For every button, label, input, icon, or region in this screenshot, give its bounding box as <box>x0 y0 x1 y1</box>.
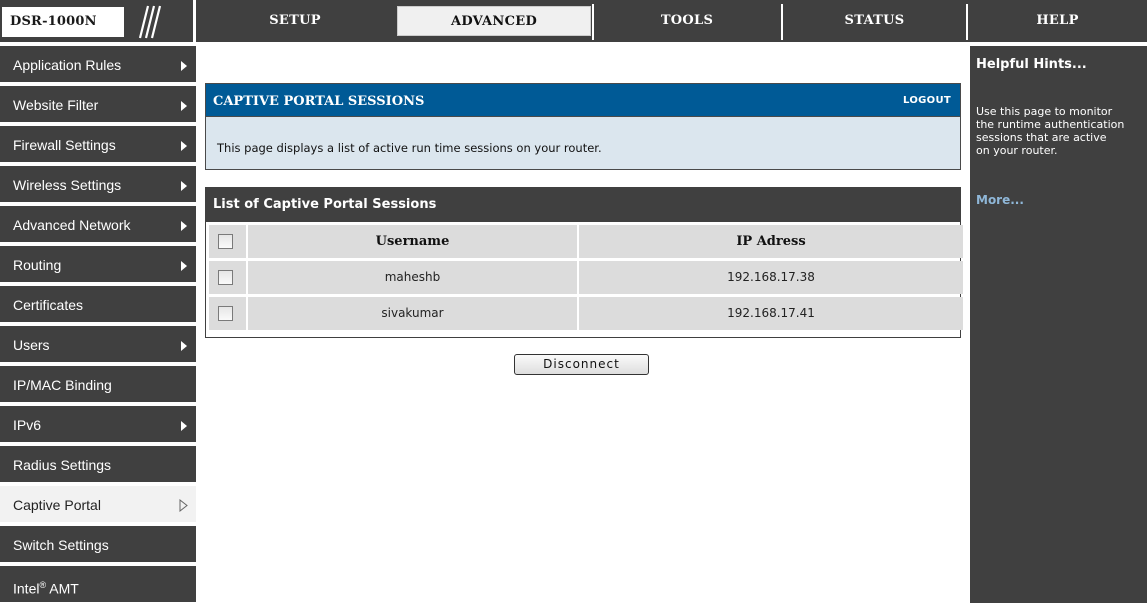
sessions-list-title: List of Captive Portal Sessions <box>206 188 960 222</box>
sidebar-item-users[interactable]: Users <box>0 326 196 364</box>
page-title: CAPTIVE PORTAL SESSIONS <box>213 94 425 109</box>
tab-setup[interactable]: SETUP <box>198 5 392 37</box>
submenu-arrow-icon <box>181 181 187 191</box>
row-select-cell <box>209 261 246 294</box>
submenu-arrow-icon <box>181 221 187 231</box>
sidebar-item-label: Certificates <box>13 297 84 313</box>
submenu-arrow-icon <box>181 341 187 351</box>
main-content: CAPTIVE PORTAL SESSIONS LOGOUT This page… <box>198 46 968 603</box>
submenu-arrow-icon <box>181 61 187 71</box>
help-text: Use this page to monitor the runtime aut… <box>976 105 1125 157</box>
table-row: sivakumar 192.168.17.41 <box>209 297 963 330</box>
sidebar-item-firewall-settings[interactable]: Firewall Settings <box>0 126 196 164</box>
sidebar-item-advanced-network[interactable]: Advanced Network <box>0 206 196 244</box>
sidebar-item-label: Captive Portal <box>13 497 101 513</box>
table-row: maheshb 192.168.17.38 <box>209 261 963 294</box>
sidebar-item-captive-portal[interactable]: Captive Portal <box>0 486 196 524</box>
sessions-list: List of Captive Portal Sessions Username… <box>205 187 963 338</box>
sidebar-item-label: Intel <box>13 580 40 597</box>
tab-help[interactable]: HELP <box>968 5 1147 37</box>
page-description: This page displays a list of active run … <box>217 141 602 155</box>
sidebar-item-label: Application Rules <box>13 57 122 73</box>
sidebar-item-label: Radius Settings <box>13 457 112 473</box>
submenu-arrow-icon <box>181 421 187 431</box>
cell-ip-address: 192.168.17.38 <box>579 261 963 294</box>
sidebar-item-label: Users <box>13 337 50 353</box>
sidebar-item-certificates[interactable]: Certificates <box>0 286 196 324</box>
sidebar-item-ipv6[interactable]: IPv6 <box>0 406 196 444</box>
sidebar-item-radius-settings[interactable]: Radius Settings <box>0 446 196 484</box>
brand-area: DSR-1000N <box>0 0 196 42</box>
cell-username: sivakumar <box>248 297 577 330</box>
logout-link[interactable]: LOGOUT <box>903 95 951 106</box>
tab-tools[interactable]: TOOLS <box>594 5 780 37</box>
sidebar-item-ip-mac-binding[interactable]: IP/MAC Binding <box>0 366 196 404</box>
sidebar-item-application-rules[interactable]: Application Rules <box>0 46 196 84</box>
sidebar-item-label-suffix: AMT <box>46 580 79 597</box>
column-header-ip-address: IP Adress <box>579 225 963 258</box>
panel-header: CAPTIVE PORTAL SESSIONS LOGOUT <box>205 83 961 117</box>
sidebar-item-switch-settings[interactable]: Switch Settings <box>0 526 196 564</box>
tab-advanced[interactable]: ADVANCED <box>397 6 591 36</box>
sidebar-item-wireless-settings[interactable]: Wireless Settings <box>0 166 196 204</box>
submenu-arrow-icon <box>181 101 187 111</box>
sidebar-item-label: IPv6 <box>13 417 42 433</box>
row-checkbox[interactable] <box>218 270 233 285</box>
sidebar: Application Rules Website Filter Firewal… <box>0 46 198 603</box>
column-header-username: Username <box>248 225 577 258</box>
table-header-row: Username IP Adress <box>209 225 963 258</box>
select-all-checkbox[interactable] <box>218 234 233 249</box>
sidebar-item-website-filter[interactable]: Website Filter <box>0 86 196 124</box>
help-title: Helpful Hints... <box>976 57 1087 72</box>
brand-model-name: DSR-1000N <box>10 14 97 29</box>
sidebar-item-label: Switch Settings <box>13 537 109 553</box>
submenu-arrow-outline-icon <box>179 499 188 512</box>
brand-slash-icon <box>138 5 162 39</box>
row-checkbox[interactable] <box>218 306 233 321</box>
panel-description-box: This page displays a list of active run … <box>205 117 961 170</box>
sidebar-item-label: IP/MAC Binding <box>13 377 112 393</box>
help-more-link[interactable]: More... <box>976 193 1024 207</box>
sidebar-item-label: Firewall Settings <box>13 137 116 153</box>
tab-status[interactable]: STATUS <box>783 5 966 37</box>
sidebar-item-label: Wireless Settings <box>13 177 122 193</box>
sidebar-item-label: Website Filter <box>13 97 99 113</box>
submenu-arrow-icon <box>181 141 187 151</box>
sidebar-item-label: Advanced Network <box>13 217 131 233</box>
disconnect-button[interactable]: Disconnect <box>514 354 649 375</box>
submenu-arrow-icon <box>181 261 187 271</box>
sidebar-item-label: Routing <box>13 257 62 273</box>
sidebar-item-routing[interactable]: Routing <box>0 246 196 284</box>
sidebar-item-intel-amt[interactable]: Intel® AMT <box>0 566 196 603</box>
row-select-cell <box>209 297 246 330</box>
cell-ip-address: 192.168.17.41 <box>579 297 963 330</box>
select-all-cell <box>209 225 246 258</box>
top-navigation-bar: DSR-1000N SETUP ADVANCED TOOLS STATUS HE… <box>0 0 1147 46</box>
cell-username: maheshb <box>248 261 577 294</box>
brand-logo-box: DSR-1000N <box>2 7 124 37</box>
help-panel: Helpful Hints... Use this page to monito… <box>968 46 1147 603</box>
